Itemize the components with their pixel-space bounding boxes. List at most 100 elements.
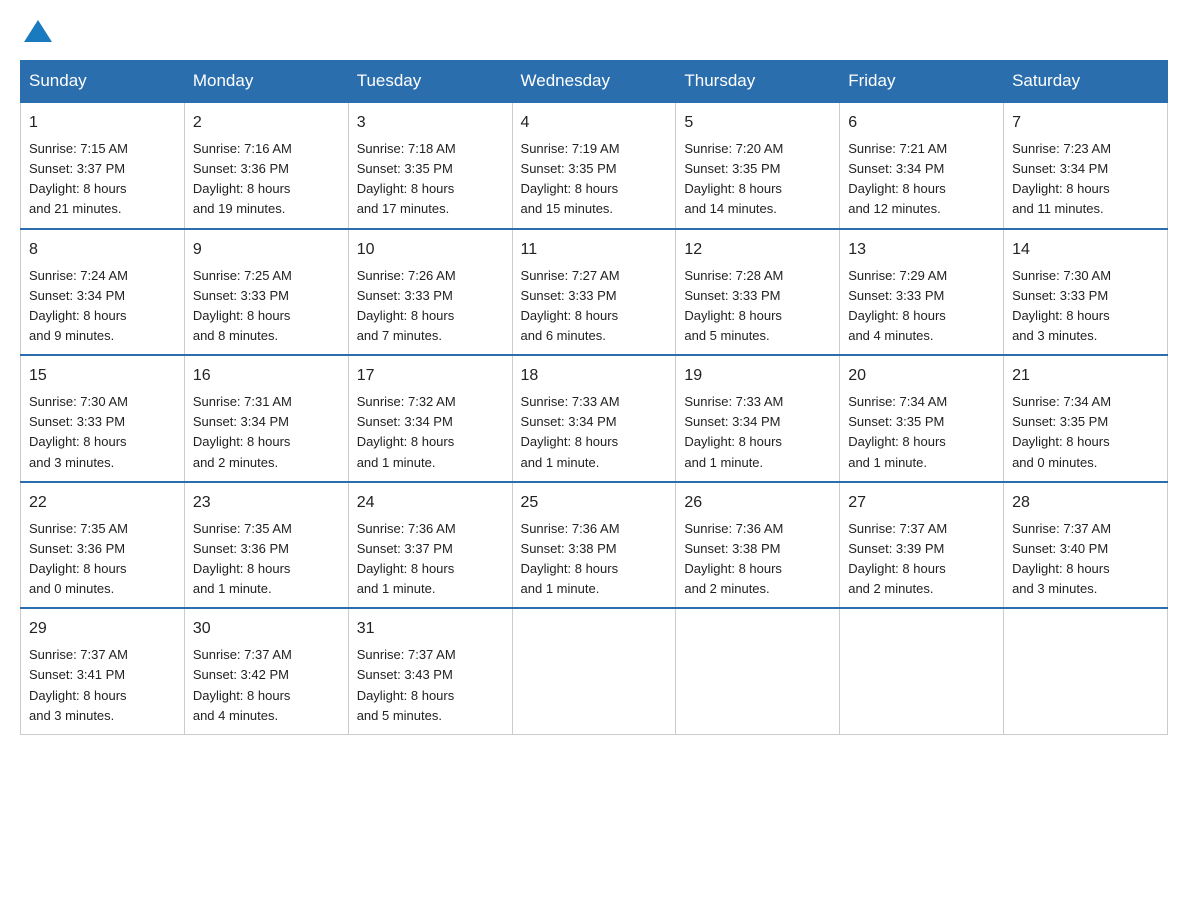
day-number: 6 [848,111,995,135]
weekday-header-row: SundayMondayTuesdayWednesdayThursdayFrid… [21,61,1168,103]
day-number: 3 [357,111,504,135]
calendar-cell: 5 Sunrise: 7:20 AM Sunset: 3:35 PM Daylig… [676,102,840,229]
day-number: 2 [193,111,340,135]
day-info: Sunrise: 7:31 AM Sunset: 3:34 PM Dayligh… [193,392,340,473]
day-info: Sunrise: 7:15 AM Sunset: 3:37 PM Dayligh… [29,139,176,220]
day-number: 30 [193,617,340,641]
calendar-cell: 11 Sunrise: 7:27 AM Sunset: 3:33 PM Dayli… [512,229,676,356]
day-number: 9 [193,238,340,262]
logo-triangle-icon [24,20,52,42]
calendar-cell: 18Sunrise: 7:33 AM Sunset: 3:34 PM Dayli… [512,355,676,482]
day-number: 22 [29,491,176,515]
day-number: 26 [684,491,831,515]
day-info: Sunrise: 7:16 AM Sunset: 3:36 PM Dayligh… [193,139,340,220]
calendar-cell: 29 Sunrise: 7:37 AM Sunset: 3:41 PM Dayli… [21,608,185,734]
day-info: Sunrise: 7:21 AM Sunset: 3:34 PM Dayligh… [848,139,995,220]
header [20,20,1168,44]
day-number: 16 [193,364,340,388]
calendar-cell: 30 Sunrise: 7:37 AM Sunset: 3:42 PM Dayli… [184,608,348,734]
day-info: Sunrise: 7:36 AM Sunset: 3:38 PM Dayligh… [521,519,668,600]
day-number: 27 [848,491,995,515]
day-info: Sunrise: 7:37 AM Sunset: 3:41 PM Dayligh… [29,645,176,726]
weekday-header-monday: Monday [184,61,348,103]
day-info: Sunrise: 7:35 AM Sunset: 3:36 PM Dayligh… [29,519,176,600]
day-info: Sunrise: 7:36 AM Sunset: 3:37 PM Dayligh… [357,519,504,600]
calendar-cell: 20 Sunrise: 7:34 AM Sunset: 3:35 PM Dayli… [840,355,1004,482]
calendar-cell: 21 Sunrise: 7:34 AM Sunset: 3:35 PM Dayli… [1004,355,1168,482]
calendar-table: SundayMondayTuesdayWednesdayThursdayFrid… [20,60,1168,735]
day-number: 14 [1012,238,1159,262]
calendar-cell: 17Sunrise: 7:32 AM Sunset: 3:34 PM Dayli… [348,355,512,482]
weekday-header-sunday: Sunday [21,61,185,103]
day-number: 10 [357,238,504,262]
calendar-cell: 6 Sunrise: 7:21 AM Sunset: 3:34 PM Daylig… [840,102,1004,229]
day-number: 8 [29,238,176,262]
day-info: Sunrise: 7:37 AM Sunset: 3:42 PM Dayligh… [193,645,340,726]
calendar-cell: 25 Sunrise: 7:36 AM Sunset: 3:38 PM Dayli… [512,482,676,609]
weekday-header-wednesday: Wednesday [512,61,676,103]
day-number: 28 [1012,491,1159,515]
day-info: Sunrise: 7:27 AM Sunset: 3:33 PM Dayligh… [521,266,668,347]
day-info: Sunrise: 7:28 AM Sunset: 3:33 PM Dayligh… [684,266,831,347]
day-info: Sunrise: 7:33 AM Sunset: 3:34 PM Dayligh… [521,392,668,473]
weekday-header-thursday: Thursday [676,61,840,103]
weekday-header-saturday: Saturday [1004,61,1168,103]
calendar-cell: 8 Sunrise: 7:24 AM Sunset: 3:34 PM Daylig… [21,229,185,356]
day-number: 21 [1012,364,1159,388]
day-info: Sunrise: 7:30 AM Sunset: 3:33 PM Dayligh… [1012,266,1159,347]
calendar-cell: 26 Sunrise: 7:36 AM Sunset: 3:38 PM Dayli… [676,482,840,609]
day-info: Sunrise: 7:33 AM Sunset: 3:34 PM Dayligh… [684,392,831,473]
calendar-cell: 10 Sunrise: 7:26 AM Sunset: 3:33 PM Dayli… [348,229,512,356]
day-info: Sunrise: 7:20 AM Sunset: 3:35 PM Dayligh… [684,139,831,220]
week-row-2: 8 Sunrise: 7:24 AM Sunset: 3:34 PM Daylig… [21,229,1168,356]
calendar-cell: 1 Sunrise: 7:15 AM Sunset: 3:37 PM Daylig… [21,102,185,229]
calendar-cell: 12 Sunrise: 7:28 AM Sunset: 3:33 PM Dayli… [676,229,840,356]
day-info: Sunrise: 7:19 AM Sunset: 3:35 PM Dayligh… [521,139,668,220]
day-number: 12 [684,238,831,262]
calendar-cell: 28 Sunrise: 7:37 AM Sunset: 3:40 PM Dayli… [1004,482,1168,609]
day-info: Sunrise: 7:30 AM Sunset: 3:33 PM Dayligh… [29,392,176,473]
day-info: Sunrise: 7:18 AM Sunset: 3:35 PM Dayligh… [357,139,504,220]
day-number: 17 [357,364,504,388]
week-row-1: 1 Sunrise: 7:15 AM Sunset: 3:37 PM Daylig… [21,102,1168,229]
day-info: Sunrise: 7:34 AM Sunset: 3:35 PM Dayligh… [1012,392,1159,473]
day-info: Sunrise: 7:37 AM Sunset: 3:43 PM Dayligh… [357,645,504,726]
week-row-4: 22 Sunrise: 7:35 AM Sunset: 3:36 PM Dayli… [21,482,1168,609]
calendar-cell: 23 Sunrise: 7:35 AM Sunset: 3:36 PM Dayli… [184,482,348,609]
day-number: 25 [521,491,668,515]
calendar-cell: 31 Sunrise: 7:37 AM Sunset: 3:43 PM Dayli… [348,608,512,734]
day-number: 23 [193,491,340,515]
calendar-cell: 13Sunrise: 7:29 AM Sunset: 3:33 PM Dayli… [840,229,1004,356]
week-row-3: 15 Sunrise: 7:30 AM Sunset: 3:33 PM Dayli… [21,355,1168,482]
day-info: Sunrise: 7:37 AM Sunset: 3:39 PM Dayligh… [848,519,995,600]
calendar-cell [840,608,1004,734]
day-info: Sunrise: 7:24 AM Sunset: 3:34 PM Dayligh… [29,266,176,347]
calendar-cell: 9Sunrise: 7:25 AM Sunset: 3:33 PM Daylig… [184,229,348,356]
calendar-cell [676,608,840,734]
weekday-header-friday: Friday [840,61,1004,103]
day-info: Sunrise: 7:23 AM Sunset: 3:34 PM Dayligh… [1012,139,1159,220]
week-row-5: 29 Sunrise: 7:37 AM Sunset: 3:41 PM Dayli… [21,608,1168,734]
calendar-cell: 16 Sunrise: 7:31 AM Sunset: 3:34 PM Dayli… [184,355,348,482]
day-info: Sunrise: 7:34 AM Sunset: 3:35 PM Dayligh… [848,392,995,473]
day-number: 15 [29,364,176,388]
day-info: Sunrise: 7:26 AM Sunset: 3:33 PM Dayligh… [357,266,504,347]
day-number: 1 [29,111,176,135]
day-info: Sunrise: 7:37 AM Sunset: 3:40 PM Dayligh… [1012,519,1159,600]
day-number: 7 [1012,111,1159,135]
day-info: Sunrise: 7:36 AM Sunset: 3:38 PM Dayligh… [684,519,831,600]
day-info: Sunrise: 7:35 AM Sunset: 3:36 PM Dayligh… [193,519,340,600]
day-number: 20 [848,364,995,388]
calendar-cell: 3 Sunrise: 7:18 AM Sunset: 3:35 PM Daylig… [348,102,512,229]
day-info: Sunrise: 7:29 AM Sunset: 3:33 PM Dayligh… [848,266,995,347]
calendar-cell: 4 Sunrise: 7:19 AM Sunset: 3:35 PM Daylig… [512,102,676,229]
day-number: 31 [357,617,504,641]
day-number: 29 [29,617,176,641]
calendar-cell: 2 Sunrise: 7:16 AM Sunset: 3:36 PM Daylig… [184,102,348,229]
calendar-cell [512,608,676,734]
day-number: 11 [521,238,668,262]
day-number: 5 [684,111,831,135]
day-number: 4 [521,111,668,135]
weekday-header-tuesday: Tuesday [348,61,512,103]
calendar-cell: 14 Sunrise: 7:30 AM Sunset: 3:33 PM Dayli… [1004,229,1168,356]
